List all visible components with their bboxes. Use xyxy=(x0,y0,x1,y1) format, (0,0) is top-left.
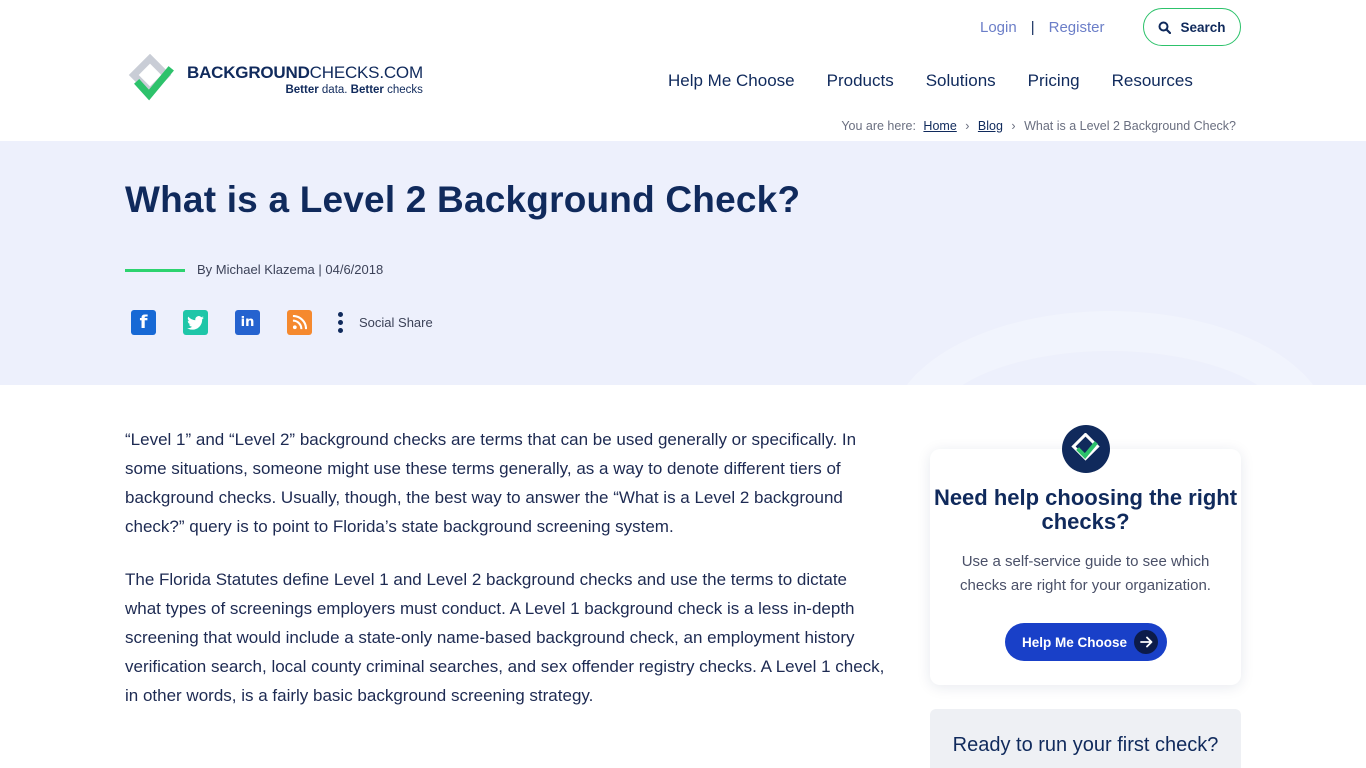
checkmark-badge-icon xyxy=(1062,425,1110,473)
article-body: “Level 1” and “Level 2” background check… xyxy=(125,425,885,734)
help-choose-card: Need help choosing the right checks? Use… xyxy=(930,449,1241,685)
more-options-icon[interactable] xyxy=(337,311,343,335)
rss-icon[interactable] xyxy=(287,310,312,335)
facebook-icon[interactable]: f xyxy=(131,310,156,335)
breadcrumb-arrow-icon: › xyxy=(965,119,970,133)
logo-tagline: Better data. Better checks xyxy=(285,84,423,96)
first-check-title: Ready to run your first check? xyxy=(952,734,1219,756)
arrow-right-icon xyxy=(1134,630,1158,654)
search-button-label: Search xyxy=(1180,19,1226,35)
nav-item-products[interactable]: Products xyxy=(827,71,894,91)
social-share-label[interactable]: Social Share xyxy=(359,315,433,330)
logo-wordmark: BACKGROUNDCHECKS.COM xyxy=(187,63,423,82)
linkedin-icon[interactable]: in xyxy=(235,310,260,335)
breadcrumb: You are here: Home › Blog › What is a Le… xyxy=(841,119,1236,133)
help-card-title: Need help choosing the right checks? xyxy=(933,485,1238,534)
byline-accent-bar xyxy=(125,269,185,272)
social-share-bar: f in Social Share xyxy=(131,310,433,335)
nav-item-pricing[interactable]: Pricing xyxy=(1028,71,1080,91)
hero-decoration xyxy=(890,311,1330,385)
article-paragraph: “Level 1” and “Level 2” background check… xyxy=(125,430,857,536)
first-check-card: Ready to run your first check? xyxy=(930,709,1241,768)
nav-item-resources[interactable]: Resources xyxy=(1112,71,1193,91)
article-paragraph: The Florida Statutes define Level 1 and … xyxy=(125,570,885,705)
login-link[interactable]: Login xyxy=(980,19,1017,36)
help-me-choose-button[interactable]: Help Me Choose xyxy=(1005,623,1167,661)
article-byline: By Michael Klazema | 04/6/2018 xyxy=(197,262,384,277)
breadcrumb-current: What is a Level 2 Background Check? xyxy=(1024,119,1236,133)
breadcrumb-blog-link[interactable]: Blog xyxy=(978,119,1003,133)
link-separator: | xyxy=(1030,18,1035,36)
breadcrumb-arrow-icon: › xyxy=(1011,119,1016,133)
breadcrumb-home-link[interactable]: Home xyxy=(923,119,956,133)
site-logo[interactable]: BACKGROUNDCHECKS.COM Better data. Better… xyxy=(125,53,435,107)
search-icon xyxy=(1158,21,1172,34)
help-card-text: Use a self-service guide to see which ch… xyxy=(960,553,1211,594)
logo-mark-icon xyxy=(125,53,177,106)
site-header: BACKGROUNDCHECKS.COM Better data. Better… xyxy=(0,0,1366,141)
nav-item-solutions[interactable]: Solutions xyxy=(926,71,996,91)
nav-item-help-me-choose[interactable]: Help Me Choose xyxy=(668,71,795,91)
help-me-choose-button-label: Help Me Choose xyxy=(1022,634,1128,650)
account-links: Login | Register xyxy=(980,17,1104,37)
page-title: What is a Level 2 Background Check? xyxy=(125,179,801,220)
breadcrumb-prefix: You are here: xyxy=(841,119,916,133)
twitter-icon[interactable] xyxy=(183,310,208,335)
register-link[interactable]: Register xyxy=(1049,19,1105,36)
article-hero: What is a Level 2 Background Check? By M… xyxy=(0,141,1366,385)
main-nav: Help Me Choose Products Solutions Pricin… xyxy=(668,71,1193,91)
search-button[interactable]: Search xyxy=(1143,8,1241,46)
